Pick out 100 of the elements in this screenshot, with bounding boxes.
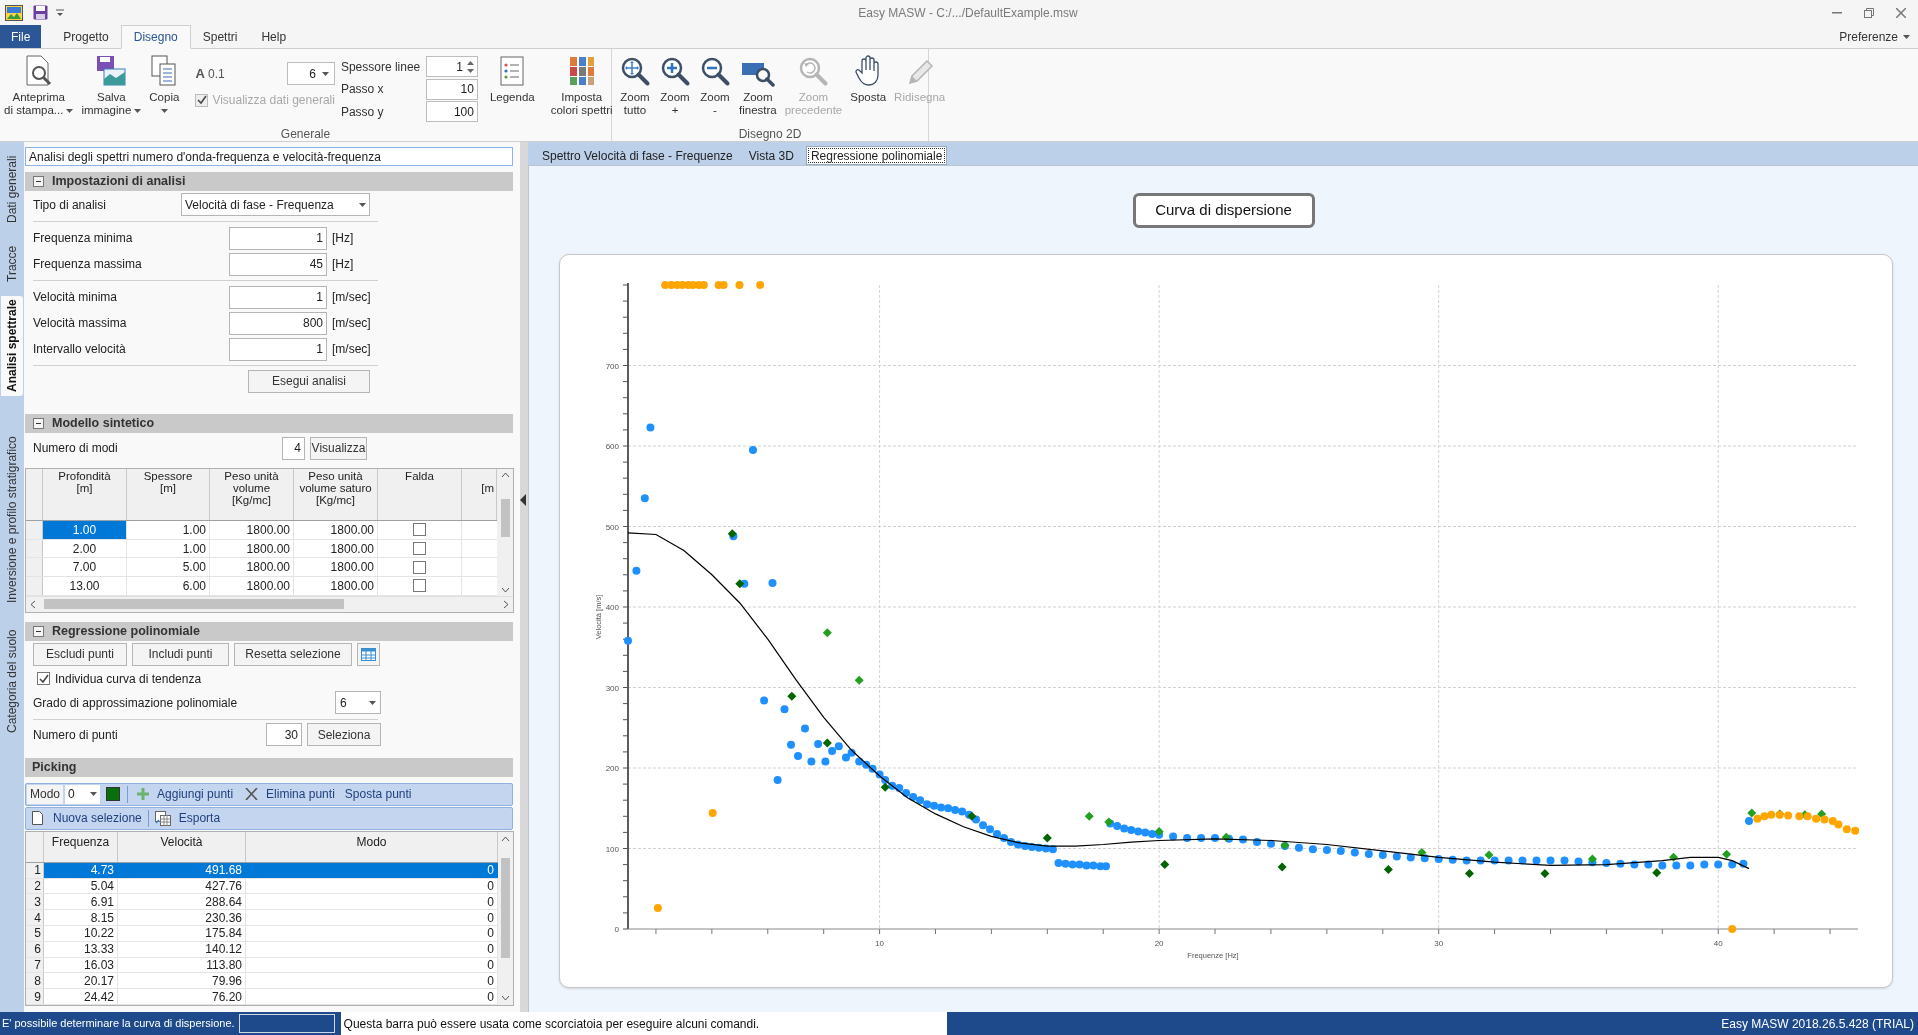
version-label: Easy MASW 2018.26.5.428 (TRIAL) (1721, 1015, 1915, 1033)
tick-label: 30 (1433, 939, 1443, 948)
table-cell: 6.00 (127, 577, 210, 595)
view-tab[interactable]: Spettro Velocità di fase - Frequenze (538, 146, 737, 165)
table-cell: 175.84 (118, 925, 246, 941)
analysis-type-dropdown[interactable]: Velocità di fase - Frequenza (181, 193, 370, 216)
input-field[interactable]: 1 (229, 226, 327, 250)
add-points-button[interactable]: Aggiungi punti (131, 783, 240, 805)
field-label: Tipo di analisi (33, 196, 107, 214)
column-header: Peso unità volume [Kg/mc] (210, 469, 294, 520)
regression-button[interactable]: Includi punti (132, 642, 229, 666)
table-cell: 1800.00 (210, 577, 294, 595)
input-field[interactable]: 100 (425, 101, 478, 123)
table-row[interactable]: 3 6.91 288.64 0 (26, 894, 498, 911)
zoom-all-button[interactable]: Zoom tutto (615, 52, 655, 125)
command-field[interactable]: Questa barra può essere usata come scorciatoia per eseguire alcuni comandi. (340, 1012, 947, 1035)
table-cell: 1.00 (43, 521, 127, 539)
mode-dropdown[interactable]: 0 (65, 784, 101, 804)
unit-label: [m/sec] (332, 289, 371, 306)
size-dropdown[interactable]: 6 (286, 62, 335, 85)
table-cell: 1800.00 (294, 577, 378, 595)
section-header[interactable]: Regressione polinomiale (25, 621, 513, 641)
menu-tab[interactable]: Spettri (190, 25, 250, 48)
unit-label: [Hz] (332, 230, 354, 247)
move-points-button[interactable]: Sposta punti (340, 783, 416, 805)
view-button[interactable]: Visualizza (310, 436, 367, 460)
input-field[interactable]: 45 (229, 252, 327, 276)
input-field[interactable]: 1 (229, 285, 327, 309)
table-cell: 6.91 (44, 894, 118, 910)
delete-points-button[interactable]: Elimina punti (241, 783, 339, 805)
select-button[interactable]: Seleziona (307, 723, 381, 747)
input-field[interactable]: 30 (266, 723, 302, 747)
table-cell: 230.36 (118, 910, 246, 925)
field-label: Intervallo velocità (33, 341, 127, 358)
row-number: 8 (26, 973, 44, 989)
tick-label: 40 (1713, 939, 1723, 948)
table-cell: 13.00 (43, 577, 127, 595)
side-tab[interactable]: Dati generali (1, 146, 23, 232)
view-tab[interactable]: Regressione polinomiale (805, 146, 948, 165)
menu-tab[interactable]: Help (249, 25, 299, 48)
view-tab[interactable]: Vista 3D (744, 146, 798, 165)
tick-label: 300 (605, 683, 619, 693)
table-cell: 13.33 (44, 941, 118, 957)
preferences-menu[interactable]: Preferenze (1839, 25, 1918, 48)
save-image-button[interactable]: Salva immagine (77, 52, 146, 125)
input-field[interactable]: 10 (425, 78, 478, 100)
table-cell: 24.42 (44, 989, 118, 1004)
window-title: Easy MASW - C:/.../DefaultExample.msw (858, 4, 1078, 22)
table-cell: 1800.00 (210, 558, 294, 577)
regression-button[interactable]: Escludi punti (33, 642, 127, 666)
table-row[interactable]: 2 5.04 427.76 0 (26, 878, 498, 895)
table-row[interactable]: 7 16.03 113.80 0 (26, 957, 498, 974)
tick-label: 700 (605, 361, 619, 371)
export-button[interactable]: Esporta (152, 807, 223, 829)
zoom-in-button[interactable]: Zoom + (655, 52, 695, 125)
field-label: Velocità massima (33, 315, 128, 332)
section-header[interactable]: Impostazioni di analisi (25, 172, 513, 191)
panel-title: Analisi degli spettri numero d'onda-frequenza e velocità-frequenza (25, 147, 513, 166)
regression-button[interactable]: Resetta selezione (234, 642, 352, 666)
input-field[interactable]: 1 (229, 337, 327, 361)
side-tab[interactable]: Categoria del suolo (1, 628, 23, 734)
field-label: Passo y (340, 103, 385, 121)
pan-button[interactable]: Sposta (846, 52, 891, 125)
tick-label: 10 (874, 939, 884, 948)
table-cell: 1800.00 (294, 521, 378, 539)
table-row[interactable]: 8 20.17 79.96 0 (26, 973, 498, 990)
table-cell: 1800.00 (294, 539, 378, 558)
side-tab[interactable]: Tracce (1, 237, 23, 290)
menu-tab[interactable]: Disegno (120, 25, 191, 49)
table-cell: 1800.00 (210, 521, 294, 539)
input-field[interactable]: 4 (282, 436, 305, 460)
table-row[interactable]: 4 8.15 230.36 0 (26, 910, 498, 926)
run-analysis-button[interactable]: Esegui analisi (248, 369, 370, 393)
section-header[interactable]: Modello sintetico (25, 414, 513, 433)
input-field[interactable]: 1 (425, 56, 478, 78)
table-row[interactable]: 6 13.33 140.12 0 (26, 941, 498, 958)
spectrum-colors-button[interactable]: Imposta colori spettri (546, 52, 617, 125)
menu-tab[interactable]: File (0, 25, 42, 48)
table-row[interactable]: 9 24.42 76.20 0 (26, 989, 498, 1005)
table-cell: 76.20 (118, 989, 246, 1004)
input-field[interactable]: 800 (229, 311, 327, 335)
zoom-out-button[interactable]: Zoom - (695, 52, 735, 125)
zoom-window-button[interactable]: Zoom finestra (735, 52, 781, 125)
new-selection-button[interactable]: Nuova selezione (30, 807, 144, 829)
group-label: Disegno 2D (738, 126, 802, 141)
field-label: Grado di approssimazione polinomiale (33, 694, 239, 712)
degree-dropdown[interactable]: 6 (335, 691, 381, 715)
menu-tab[interactable]: Progetto (51, 25, 121, 48)
table-row[interactable]: 5 10.22 175.84 0 (26, 925, 498, 942)
legend-button[interactable]: Legenda (485, 52, 539, 125)
table-cell: 2.00 (43, 539, 127, 558)
tick-label: 600 (605, 442, 619, 451)
table-cell: 10.22 (44, 925, 118, 941)
side-tab[interactable]: Analisi spettrale (1, 296, 23, 396)
unit-label: [m/sec] (332, 315, 371, 332)
row-number: 4 (26, 910, 44, 925)
tick-label: 100 (605, 844, 619, 854)
table-cell: 491.68 (118, 862, 246, 878)
print-preview-button[interactable]: Anteprima di stampa... (0, 52, 78, 125)
copy-button[interactable]: Copia (145, 52, 184, 125)
